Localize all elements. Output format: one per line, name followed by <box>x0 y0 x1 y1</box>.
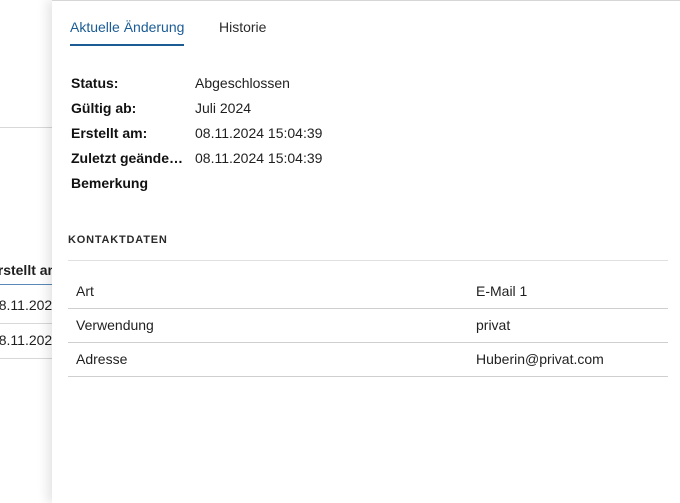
detail-row-valid-from: Gültig ab: Juli 2024 <box>71 100 671 125</box>
detail-row-created-at: Erstellt am: 08.11.2024 15:04:39 <box>71 125 671 150</box>
background-column-header-label: Erstellt am <box>0 262 60 278</box>
contact-key: Art <box>76 283 94 299</box>
contact-key: Adresse <box>76 351 128 367</box>
change-details: Status: Abgeschlossen Gültig ab: Juli 20… <box>71 75 671 200</box>
detail-row-modified-at: Zuletzt geändert am: 08.11.2024 15:04:39 <box>71 150 671 175</box>
tab-current-change[interactable]: Aktuelle Änderung <box>70 18 185 46</box>
background-row-created: 08.11.2024 <box>0 297 60 313</box>
email-address[interactable]: Huberin@privat.com <box>476 351 604 367</box>
background-list-pane: Erstellt am 08.11.2024 08.11.2024 <box>0 0 60 503</box>
detail-row-remark: Bemerkung <box>71 175 671 200</box>
detail-label: Bemerkung <box>71 175 149 191</box>
tab-history[interactable]: Historie <box>219 18 266 36</box>
background-divider <box>0 127 60 128</box>
contact-value: E-Mail 1 <box>476 283 528 299</box>
contact-key: Verwendung <box>76 317 154 333</box>
table-row: Art E-Mail 1 <box>68 261 668 309</box>
contact-section-title: KONTAKTDATEN <box>68 234 168 246</box>
detail-label: Erstellt am: <box>71 125 148 141</box>
detail-label: Zuletzt geändert am: <box>71 150 185 166</box>
valid-from-value: Juli 2024 <box>195 100 252 116</box>
background-column-header[interactable]: Erstellt am <box>0 258 60 285</box>
detail-label: Gültig ab: <box>71 100 137 116</box>
detail-label: Status: <box>71 75 119 91</box>
contact-value: privat <box>476 317 511 333</box>
created-at-value: 08.11.2024 15:04:39 <box>195 125 323 141</box>
table-row: Verwendung privat <box>68 309 668 343</box>
background-row-created: 08.11.2024 <box>0 332 60 348</box>
tab-bar: Aktuelle Änderung Historie <box>52 1 680 47</box>
detail-row-status: Status: Abgeschlossen <box>71 75 671 100</box>
table-row: Adresse Huberin@privat.com <box>68 343 668 377</box>
table-row[interactable]: 08.11.2024 <box>0 324 60 359</box>
contact-table: Art E-Mail 1 Verwendung privat Adresse H… <box>68 260 668 377</box>
table-row[interactable]: 08.11.2024 <box>0 289 60 324</box>
modified-at-value: 08.11.2024 15:04:39 <box>195 150 323 166</box>
detail-panel: Aktuelle Änderung Historie Status: Abges… <box>52 0 680 503</box>
status-value: Abgeschlossen <box>195 75 290 91</box>
